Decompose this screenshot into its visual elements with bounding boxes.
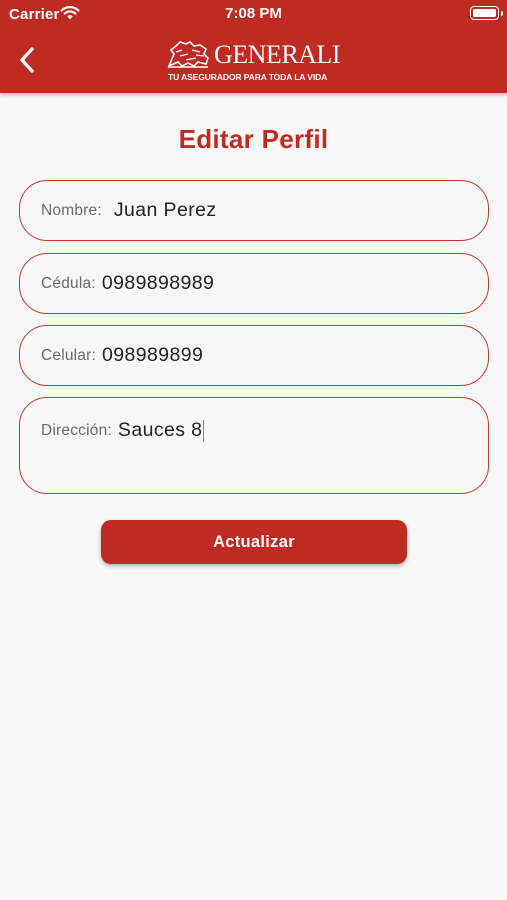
cedula-value: 0989898989	[101, 272, 215, 294]
update-button[interactable]: Actualizar	[101, 520, 407, 564]
brand-tagline: TU ASEGURADOR PARA TODA LA VIDA	[168, 72, 328, 82]
generali-logo: GENERALI TU ASEGURADOR PARA TODA LA VIDA	[166, 40, 346, 86]
chevron-left-icon	[20, 47, 34, 73]
lion-icon	[166, 40, 210, 73]
celular-label: Celular:	[41, 346, 97, 364]
cedula-field[interactable]: Cédula: 0989898989	[19, 253, 489, 314]
nombre-value: Juan Perez	[113, 199, 217, 221]
status-bar: Carrier 7:08 PM	[0, 0, 507, 28]
nombre-label: Nombre:	[41, 201, 102, 219]
direccion-label: Dirección:	[41, 422, 112, 439]
clock: 7:08 PM	[225, 5, 282, 22]
back-button[interactable]	[14, 44, 44, 76]
app-header: Carrier 7:08 PM GENERALI TU ASEGURADOR P…	[0, 0, 507, 93]
celular-field[interactable]: Celular: 098989899	[19, 325, 489, 386]
text-cursor	[203, 420, 205, 442]
battery-icon	[470, 6, 503, 20]
page-title: Editar Perfil	[178, 124, 329, 154]
direccion-field[interactable]: Dirección: Sauces 8	[19, 397, 489, 494]
cedula-label: Cédula:	[41, 274, 96, 292]
celular-value: 098989899	[102, 344, 204, 366]
brand-name: GENERALI	[214, 40, 340, 69]
nombre-field[interactable]: Nombre: Juan Perez	[19, 180, 489, 241]
direccion-value: Sauces 8	[117, 419, 203, 441]
